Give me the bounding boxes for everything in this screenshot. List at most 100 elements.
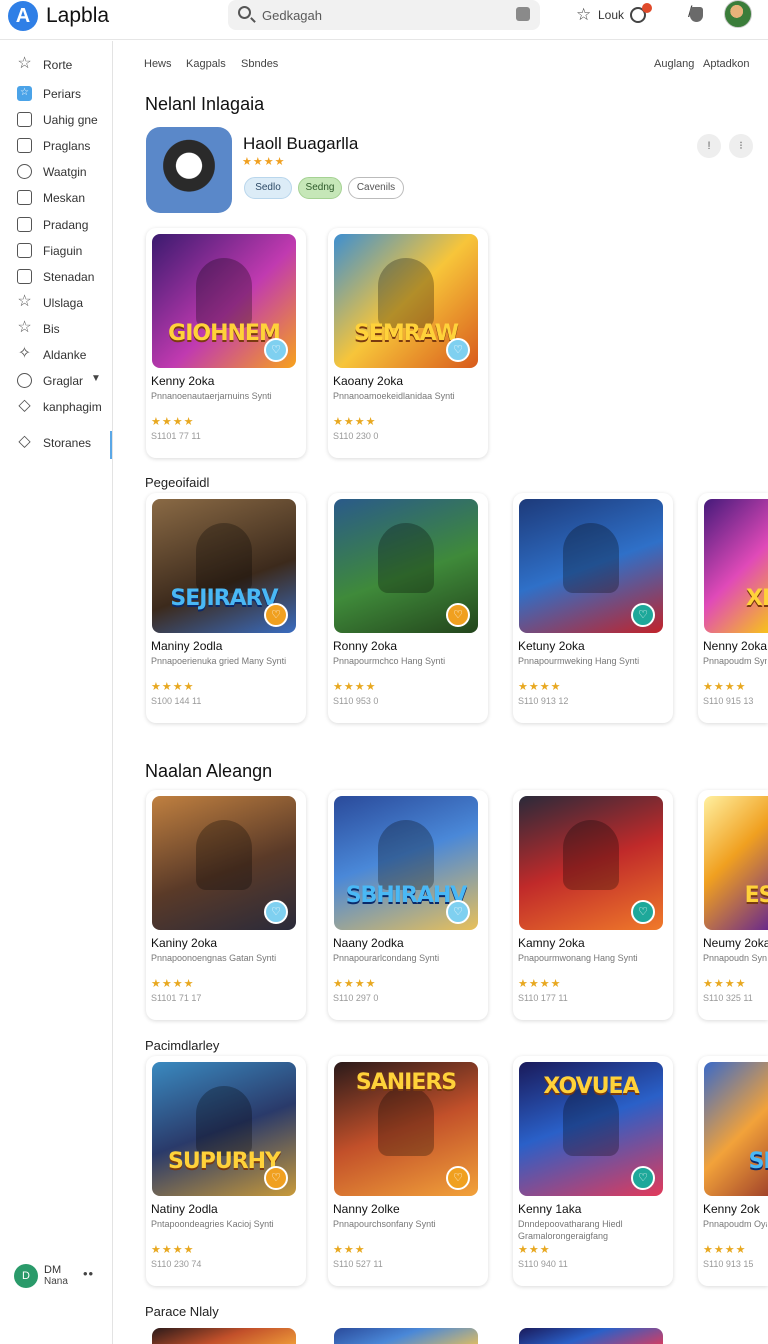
sidebar-item-aldanke[interactable]: ✧ Aldanke <box>0 343 112 367</box>
card-description: Pnnapoerienuka gried Many Synti <box>151 656 287 666</box>
sidebar-item-graglar[interactable]: Graglar ▼ <box>0 369 112 393</box>
workspace-name: DM <box>44 1264 62 1276</box>
game-card[interactable]: SUPURHY ♡ Natiny 2odla Pntapoondeagries … <box>146 1056 306 1286</box>
sidebar-item-fiaguin[interactable]: Fiaguin <box>0 239 112 263</box>
favorite-heart-icon[interactable]: ♡ <box>631 603 655 627</box>
section-subtitle: Pegeoifaidl <box>145 475 210 490</box>
character-figure <box>196 820 252 890</box>
favorite-heart-icon[interactable]: ♡ <box>446 338 470 362</box>
card-description: Pnnapoonoengnas Gatan Synti <box>151 953 277 963</box>
section-subtitle: Parace Nlaly <box>145 1304 219 1319</box>
nav-link[interactable]: Aptadkon <box>703 58 749 70</box>
page-icon <box>17 112 32 127</box>
tag-chip[interactable]: Sedlo <box>244 177 292 199</box>
game-card[interactable]: SEJIRARV ♡ Maniny 2odla Pnnapoerienuka g… <box>146 493 306 723</box>
game-logo-text: XE <box>746 586 768 611</box>
star-icon: ☆ <box>17 319 32 336</box>
sidebar-item-bis[interactable]: ☆ Bis <box>0 317 112 341</box>
card-rating: ★★★★ <box>518 978 562 990</box>
game-card[interactable]: SEMRAW ♡ Kaoany 2oka Pnnanoamoekeidlanid… <box>328 228 488 458</box>
favorite-heart-icon[interactable]: ♡ <box>264 603 288 627</box>
card-description: Pntapoondeagries Kacioj Synti <box>151 1219 274 1229</box>
card-meta: S110 913 12 <box>518 696 569 706</box>
grid-icon <box>17 190 32 205</box>
notification-badge <box>642 3 652 13</box>
more-options-icon[interactable]: •• <box>83 1266 94 1281</box>
card-title: Nenny 2oka <box>703 639 768 653</box>
game-card[interactable]: ES Neumy 2oka Pnnapoudn Synti ★★★★ S110 … <box>698 790 768 1020</box>
camera-search-icon[interactable] <box>516 7 530 21</box>
sidebar-item-meskan[interactable]: Meskan <box>0 186 112 210</box>
game-card[interactable]: SBHIRAHV ♡ Naany 2odka Pnnapourarlcondan… <box>328 790 488 1020</box>
sidebar-item-pradang[interactable]: Pradang <box>0 213 112 237</box>
sidebar-item-uahig[interactable]: Uahig gne <box>0 108 112 132</box>
game-art-partial[interactable] <box>519 1328 663 1344</box>
chevron-down-icon[interactable]: ▼ <box>91 373 101 384</box>
sidebar-item-periars[interactable]: ☆ Periars <box>0 82 112 106</box>
sidebar-item-rorte[interactable]: ☆ Rorte <box>0 53 112 77</box>
featured-app-icon[interactable] <box>146 127 232 213</box>
character-figure <box>378 820 434 890</box>
card-description: Pnnapourmweking Hang Synti <box>518 656 640 666</box>
favorite-heart-icon[interactable]: ♡ <box>446 900 470 924</box>
sidebar-item-kanphagim[interactable]: ◇ kanphagim <box>0 395 112 419</box>
starred-folder-icon: ☆ <box>17 86 32 101</box>
info-button[interactable]: ! <box>697 134 721 158</box>
search-bar[interactable] <box>228 0 540 30</box>
game-card[interactable]: SANIERS ♡ Nanny 2olke Pnnapourchsonfany … <box>328 1056 488 1286</box>
game-art-partial[interactable] <box>152 1328 296 1344</box>
game-art: XE <box>704 499 768 633</box>
favorite-heart-icon[interactable]: ♡ <box>264 1166 288 1190</box>
look-label[interactable]: Louk <box>598 8 624 22</box>
favorite-heart-icon[interactable]: ♡ <box>264 900 288 924</box>
game-card[interactable]: SE Kenny 2ok Pnnapoudm Oyanl ★★★★ S110 9… <box>698 1056 768 1286</box>
sidebar-footer[interactable]: D DM Nana •• <box>14 1264 112 1294</box>
card-meta: S110 527 11 <box>333 1259 383 1269</box>
sidebar-item-label: Rorte <box>43 58 73 72</box>
sidebar-item-ulslaga[interactable]: ☆ Ulslaga <box>0 291 112 315</box>
search-input[interactable] <box>262 4 502 26</box>
game-card[interactable]: XE Nenny 2oka Pnnapoudm Synti ★★★★ S110 … <box>698 493 768 723</box>
nav-link[interactable]: Kagpals <box>186 58 226 70</box>
game-logo-text: ES <box>744 883 768 908</box>
nav-link[interactable]: Auglang <box>654 58 694 70</box>
card-rating: ★★★★ <box>151 681 195 693</box>
share-button[interactable]: ⁝ <box>729 134 753 158</box>
game-card[interactable]: ♡ Ketuny 2oka Pnnapourmweking Hang Synti… <box>513 493 673 723</box>
sidebar-item-stenadan[interactable]: Stenadan <box>0 265 112 289</box>
game-card[interactable]: ♡ Ronny 2oka Pnnapourmchco Hang Synti ★★… <box>328 493 488 723</box>
featured-title[interactable]: Haoll Buagarlla <box>243 134 358 154</box>
card-meta: S110 915 13 <box>703 696 754 706</box>
gamepad-icon <box>17 373 32 388</box>
card-rating: ★★★★ <box>703 1244 747 1256</box>
game-card[interactable]: ♡ Kamny 2oka Pnapourmwonang Hang Synti ★… <box>513 790 673 1020</box>
star-icon: ☆ <box>17 293 32 310</box>
sidebar-item-label: Storanes <box>43 436 92 450</box>
card-title: Kamny 2oka <box>518 936 585 950</box>
card-meta: S110 230 74 <box>151 1259 202 1269</box>
game-card[interactable]: ♡ Kaniny 2oka Pnnapoonoengnas Gatan Synt… <box>146 790 306 1020</box>
card-rating: ★★★★ <box>333 416 377 428</box>
game-card[interactable]: XOVUEA ♡ Kenny 1aka Dnndepoovatharang Hi… <box>513 1056 673 1286</box>
user-avatar[interactable] <box>724 0 752 28</box>
game-card[interactable]: GIOHNEM ♡ Kenny 2oka Pnnanoenautaerjarnu… <box>146 228 306 458</box>
favorites-star-icon[interactable]: ☆ <box>576 5 591 25</box>
sidebar-item-storanes[interactable]: ◇ Storanes <box>0 431 112 459</box>
favorite-heart-icon[interactable]: ♡ <box>446 603 470 627</box>
favorite-heart-icon[interactable]: ♡ <box>446 1166 470 1190</box>
nav-link[interactable]: Hews <box>144 58 172 70</box>
security-shield-icon[interactable] <box>690 7 703 22</box>
sidebar-item-label: Periars <box>43 87 82 101</box>
favorite-heart-icon[interactable]: ♡ <box>631 900 655 924</box>
tag-chip[interactable]: Sedng <box>298 177 342 199</box>
card-description: Pnnapoudm Synti <box>703 656 767 666</box>
sidebar-item-praglans[interactable]: Praglans <box>0 134 112 158</box>
tag-chip[interactable]: Cavenils <box>348 177 404 199</box>
favorite-heart-icon[interactable]: ♡ <box>264 338 288 362</box>
sidebar-item-waatgin[interactable]: Waatgin <box>0 160 112 184</box>
game-art-partial[interactable] <box>334 1328 478 1344</box>
app-logo-icon[interactable]: A <box>8 1 38 31</box>
nav-link[interactable]: Sbndes <box>241 58 278 70</box>
favorite-heart-icon[interactable]: ♡ <box>631 1166 655 1190</box>
card-rating: ★★★★ <box>151 1244 195 1256</box>
